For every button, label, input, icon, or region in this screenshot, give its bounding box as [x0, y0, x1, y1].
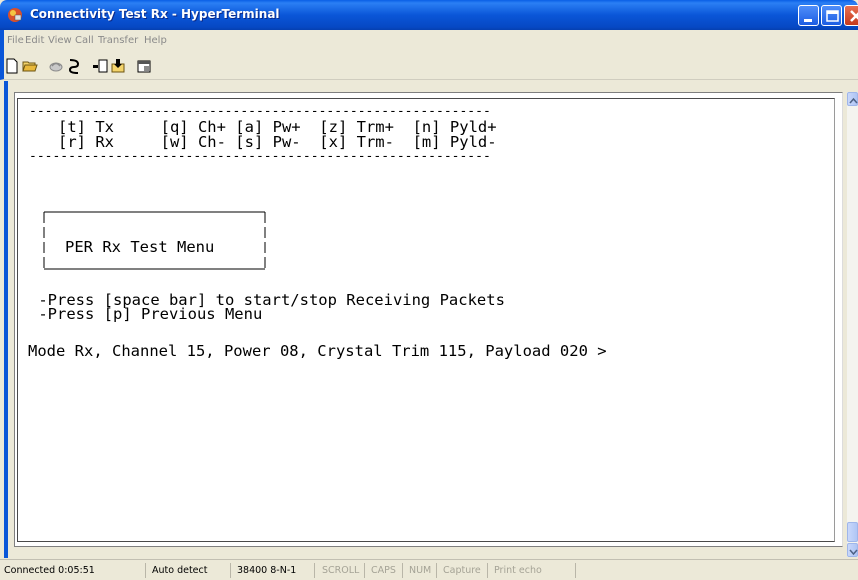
new-icon[interactable] — [4, 58, 20, 74]
status-scroll: SCROLL — [318, 563, 365, 578]
send-icon[interactable] — [92, 58, 108, 74]
menu-transfer[interactable]: Transfer — [98, 35, 138, 46]
status-bar: Connected 0:05:51 Auto detect 38400 8-N-… — [0, 559, 858, 580]
status-connection-time: Connected 0:05:51 — [0, 563, 146, 578]
close-button[interactable] — [844, 5, 858, 26]
properties-icon[interactable] — [136, 58, 152, 74]
menu-view[interactable]: View — [48, 35, 72, 46]
scroll-up-button[interactable] — [847, 92, 858, 106]
terminal-line: ----------------------------------------… — [29, 149, 491, 164]
status-num: NUM — [405, 563, 437, 578]
terminal-line: -Press [p] Previous Menu — [29, 305, 263, 323]
status-capture: Capture — [439, 563, 488, 578]
minimize-icon — [804, 19, 812, 22]
menu-call[interactable]: Call — [75, 35, 94, 46]
vertical-scrollbar[interactable] — [847, 92, 858, 557]
terminal-line: [r] Rx [w] Ch- [s] Pw- [x] Trm- [m] Pyld… — [30, 133, 497, 151]
scroll-thumb[interactable] — [847, 522, 858, 542]
terminal-status-line: Mode Rx, Channel 15, Power 08, Crystal T… — [28, 342, 607, 360]
receive-icon[interactable] — [110, 58, 126, 74]
open-icon[interactable] — [22, 58, 38, 74]
menu-title: PER Rx Test Menu — [65, 238, 215, 256]
hyperterminal-app-icon — [8, 8, 22, 22]
close-icon — [850, 10, 858, 22]
scroll-down-button[interactable] — [847, 543, 858, 557]
window-title: Connectivity Test Rx - HyperTerminal — [30, 7, 280, 21]
menu-help[interactable]: Help — [144, 35, 167, 46]
status-caps: CAPS — [367, 563, 403, 578]
maximize-icon — [826, 10, 839, 22]
terminal-screen[interactable]: ----------------------------------------… — [17, 98, 835, 542]
status-port-settings: 38400 8-N-1 — [233, 563, 315, 578]
toolbar — [0, 52, 858, 80]
chevron-up-icon — [849, 97, 858, 104]
maximize-button[interactable] — [821, 5, 842, 26]
disconnect-icon[interactable] — [48, 58, 64, 74]
status-detect: Auto detect — [148, 563, 231, 578]
status-print-echo: Print echo — [490, 563, 576, 578]
minimize-button[interactable] — [798, 5, 819, 26]
menu-bar: File Edit View Call Transfer Help — [0, 30, 858, 52]
chevron-down-icon — [849, 549, 858, 556]
call-icon[interactable] — [66, 58, 82, 74]
menu-file[interactable]: File — [7, 35, 24, 46]
menu-edit[interactable]: Edit — [25, 35, 44, 46]
title-bar: Connectivity Test Rx - HyperTerminal — [0, 0, 858, 30]
